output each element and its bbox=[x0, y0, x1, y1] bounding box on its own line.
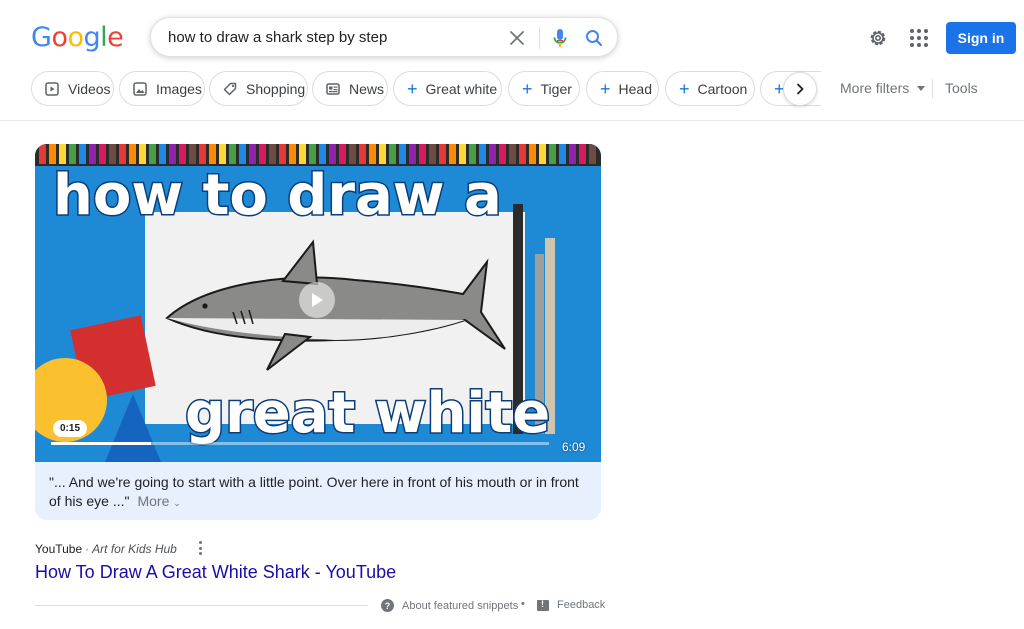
more-filters-label: More filters bbox=[840, 80, 910, 96]
plus-icon: + bbox=[522, 78, 533, 99]
thumbnail-title-bottom: great white bbox=[185, 381, 550, 446]
current-time-badge: 0:15 bbox=[53, 420, 87, 437]
chip-shopping[interactable]: Shopping bbox=[209, 71, 308, 106]
plus-icon: + bbox=[600, 78, 611, 99]
image-icon bbox=[133, 81, 147, 96]
voice-search-button[interactable] bbox=[548, 26, 572, 50]
close-icon bbox=[510, 31, 524, 45]
snippet-text: "... And we're going to start with a lit… bbox=[49, 474, 579, 509]
apps-dot bbox=[924, 29, 928, 33]
tools-button[interactable]: Tools bbox=[945, 80, 978, 96]
logo-letter-o2: o bbox=[67, 22, 84, 53]
chip-label: Images bbox=[156, 80, 202, 97]
about-label: About featured snippets bbox=[402, 599, 519, 612]
search-box bbox=[150, 17, 618, 57]
more-vert-icon bbox=[198, 541, 202, 544]
source-site: YouTube bbox=[35, 542, 83, 556]
logo-letter-l: l bbox=[100, 22, 108, 53]
search-divider bbox=[539, 27, 540, 49]
apps-dot bbox=[917, 43, 921, 47]
tag-icon bbox=[223, 82, 237, 96]
footer-divider bbox=[35, 605, 368, 606]
chip-head[interactable]: + Head bbox=[586, 71, 659, 106]
apps-dot bbox=[917, 36, 921, 40]
chip-great-white[interactable]: + Great white bbox=[393, 71, 502, 106]
settings-button[interactable] bbox=[866, 26, 890, 50]
chevron-right-icon bbox=[797, 83, 804, 95]
more-label: More bbox=[137, 493, 170, 509]
feedback-icon bbox=[537, 599, 549, 611]
caret-down-icon bbox=[917, 85, 926, 91]
footer-bullet: • bbox=[521, 598, 525, 610]
source-author: Art for Kids Hub bbox=[92, 542, 177, 556]
chevron-down-icon: ⌄ bbox=[173, 498, 181, 508]
video-duration: 6:09 bbox=[562, 440, 586, 454]
filters-divider bbox=[932, 79, 933, 98]
more-vert-dot bbox=[198, 546, 202, 550]
apps-dot bbox=[917, 29, 921, 33]
about-featured-snippets-link[interactable]: ? About featured snippets bbox=[381, 599, 518, 612]
video-progress-bar[interactable] bbox=[51, 442, 549, 445]
search-input[interactable] bbox=[168, 18, 498, 56]
chip-label: Great white bbox=[425, 80, 498, 97]
sign-in-button[interactable]: Sign in bbox=[946, 22, 1016, 54]
apps-grid-icon bbox=[910, 29, 914, 33]
featured-video-card: how to draw a great white 0:15 6:09 "...… bbox=[35, 144, 601, 520]
result-options-button[interactable] bbox=[196, 541, 204, 555]
mic-icon bbox=[553, 29, 567, 47]
chip-label: Videos bbox=[68, 80, 111, 97]
header-divider bbox=[0, 120, 1024, 121]
help-icon: ? bbox=[381, 599, 394, 612]
logo-letter-g: G bbox=[31, 22, 52, 53]
gear-icon bbox=[870, 30, 886, 46]
play-icon bbox=[312, 293, 323, 307]
feedback-link[interactable]: Feedback bbox=[537, 599, 605, 611]
chip-tiger[interactable]: + Tiger bbox=[508, 71, 580, 106]
chip-images[interactable]: Images bbox=[119, 71, 205, 106]
video-progress-fill bbox=[51, 442, 151, 445]
chip-label: Cartoon bbox=[697, 80, 748, 97]
chip-label: News bbox=[349, 80, 385, 97]
logo-letter-e: e bbox=[107, 22, 124, 53]
apps-dot bbox=[924, 36, 928, 40]
source-separator: · bbox=[85, 542, 90, 556]
chip-news[interactable]: News bbox=[312, 71, 388, 106]
chip-cartoon[interactable]: + Cartoon bbox=[665, 71, 755, 106]
feedback-label: Feedback bbox=[557, 599, 606, 611]
search-submit-button[interactable] bbox=[582, 26, 606, 50]
logo-letter-g2: g bbox=[83, 22, 101, 53]
plus-icon: + bbox=[679, 78, 690, 99]
google-logo[interactable]: Google bbox=[31, 22, 124, 53]
clear-search-button[interactable] bbox=[505, 26, 529, 50]
news-icon bbox=[326, 82, 340, 96]
apps-dot bbox=[910, 43, 914, 47]
apps-dot bbox=[924, 43, 928, 47]
filter-chips: Videos Images Shopping News + Great whit… bbox=[31, 71, 821, 107]
video-snippet: "... And we're going to start with a lit… bbox=[49, 473, 589, 513]
play-button[interactable] bbox=[299, 282, 335, 318]
apps-dot bbox=[910, 36, 914, 40]
thumbnail-title-top: how to draw a bbox=[53, 163, 502, 228]
chips-scroll-right-button[interactable] bbox=[783, 72, 817, 106]
search-icon bbox=[586, 30, 603, 47]
chip-label: Tiger bbox=[540, 80, 572, 97]
chip-videos[interactable]: Videos bbox=[31, 71, 114, 106]
video-icon bbox=[45, 81, 59, 96]
more-filters-dropdown[interactable]: More filters bbox=[840, 80, 926, 96]
logo-letter-o1: o bbox=[51, 22, 68, 53]
more-vert-dot bbox=[198, 552, 202, 555]
chip-label: Shopping bbox=[246, 80, 306, 97]
chip-label: Head bbox=[618, 80, 652, 97]
apps-grid-button[interactable] bbox=[907, 26, 931, 50]
video-thumbnail[interactable]: how to draw a great white 0:15 6:09 bbox=[35, 144, 601, 462]
result-source: YouTube · Art for Kids Hub bbox=[35, 542, 177, 556]
plus-icon: + bbox=[407, 78, 418, 99]
snippet-more-link[interactable]: More ⌄ bbox=[137, 493, 180, 509]
result-title-link[interactable]: How To Draw A Great White Shark - YouTub… bbox=[35, 562, 396, 583]
